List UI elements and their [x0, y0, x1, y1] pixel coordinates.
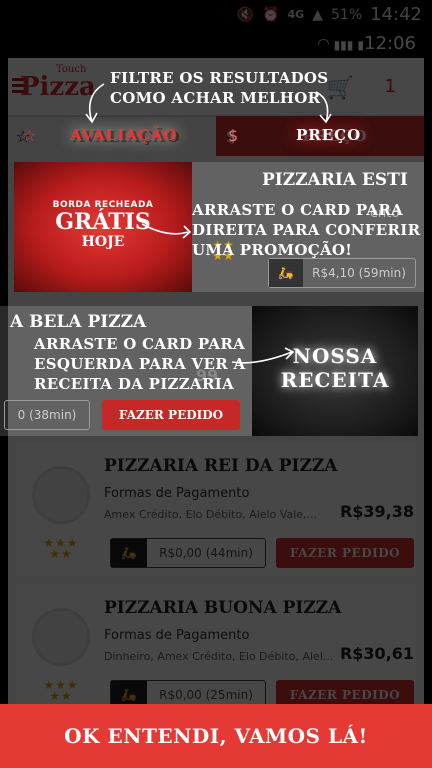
order-button[interactable]: FAZER PEDIDO: [276, 538, 414, 568]
rating-stars: ★★★ ★★: [43, 678, 79, 703]
inner-status-bar: ◠ ▮▮▮ ▮ 12:06: [8, 30, 424, 58]
restaurant-name: PIZZARIA REI DA PIZZA: [104, 456, 338, 476]
delivery-info: 🛵 R$0,00 (44min): [110, 538, 266, 568]
ok-entendi-button[interactable]: OK ENTENDI, VAMOS LÁ!: [0, 704, 432, 768]
restaurant-name: PIZZARIA ESTI: [262, 170, 408, 190]
order-button[interactable]: FAZER PEDIDO: [102, 400, 240, 430]
mute-icon: 🔇: [236, 6, 255, 23]
delivery-info: 🛵 R$4,10 (59min): [268, 258, 416, 288]
app-logo: Touch Pizza: [20, 64, 96, 102]
restaurant-card[interactable]: ★★★ ★★ PIZZARIA REI DA PIZZA Formas de Pa…: [16, 442, 416, 576]
wifi-icon: ◠: [317, 36, 330, 52]
motorcycle-icon: 🛵: [269, 259, 303, 287]
alarm-icon: ⏰: [262, 6, 280, 23]
payment-label: Formas de Pagamento: [104, 628, 250, 643]
highlight-tab-preco[interactable]: PREÇO: [296, 126, 361, 144]
system-status-bar: 🔇 ⏰ 4G ▲ 51% 14:42: [0, 0, 432, 30]
delivery-info: 0 (38min): [4, 400, 90, 430]
cart-count: 1: [384, 76, 396, 97]
system-clock: 14:42: [370, 4, 422, 25]
payment-label: Formas de Pagamento: [104, 486, 250, 501]
dollar-icon: $: [228, 126, 239, 145]
pizza-image: [32, 608, 90, 666]
inner-clock: 12:06: [364, 33, 416, 54]
swipe-right-hint: ARRASTE O CARD PARA DIREITA PARA CONFERI…: [192, 201, 421, 259]
recipe-card[interactable]: NOSSA RECEITA: [252, 306, 418, 436]
pizza-image: [32, 466, 90, 524]
network-type: 4G: [287, 7, 305, 21]
restaurant-name: A BELA PIZZA: [10, 312, 147, 332]
motorcycle-icon: 🛵: [111, 539, 147, 567]
star-icon: ☆: [22, 126, 37, 145]
min-price: R$39,38: [339, 502, 414, 521]
payment-list: Amex Crédito, Elo Débito, Alelo Vale,...: [104, 508, 318, 521]
filter-hint: FILTRE OS RESULTADOS COMO ACHAR MELHOR: [110, 69, 329, 107]
signal-bars-icon: ▮▮▮: [333, 38, 354, 52]
battery-icon: ▮: [357, 38, 364, 52]
rating-stars: ★★★ ★★: [43, 536, 79, 561]
restaurant-name: PIZZARIA BUONA PIZZA: [104, 598, 342, 618]
promo-card[interactable]: BORDA RECHEADA GRÁTIS HOJE: [14, 162, 192, 292]
min-price: R$30,61: [339, 644, 414, 663]
signal-icon: ▲: [312, 6, 323, 23]
battery-level: 51%: [331, 6, 363, 23]
cart-icon[interactable]: 🛒: [327, 76, 354, 101]
restaurant-card[interactable]: ★★★ ★★ PIZZARIA BUONA PIZZA Formas de Pag…: [16, 584, 416, 718]
swipe-left-hint: ARRASTE O CARD PARA ESQUERDA PARA VER A …: [34, 335, 246, 393]
payment-list: Dinheiro, Amex Crédito, Elo Débito, Alel…: [104, 650, 334, 663]
highlight-tab-avaliacao[interactable]: AVALIAÇÃO: [70, 126, 178, 144]
